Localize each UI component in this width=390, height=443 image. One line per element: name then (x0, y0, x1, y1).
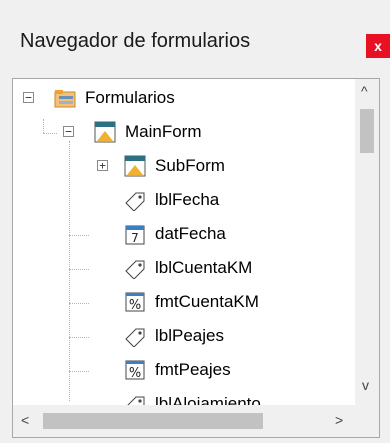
tree-item-label: Formularios (85, 88, 175, 107)
tree-connector (43, 119, 44, 133)
window-title: Navegador de formularios (20, 30, 251, 52)
tree-item-label: lblAlojamiento (155, 394, 261, 405)
horizontal-scrollbar[interactable]: < > (13, 405, 357, 437)
vertical-scrollbar[interactable]: ^ v (355, 79, 379, 405)
label-tag-icon (123, 392, 147, 405)
tree-item-lblalojamiento[interactable]: lblAlojamiento (123, 387, 261, 405)
tree-item-mainform[interactable]: MainForm (93, 115, 202, 149)
tree-item-lblpeajes[interactable]: lblPeajes (123, 319, 224, 353)
form-tree: − Formularios − MainForm + SubForm lblFe… (13, 79, 353, 405)
tree-connector (69, 141, 70, 401)
tree-item-lblcuentakm[interactable]: lblCuentaKM (123, 251, 252, 285)
horizontal-scroll-thumb[interactable] (43, 413, 263, 429)
form-icon (123, 154, 147, 178)
tree-item-lblfecha[interactable]: lblFecha (123, 183, 219, 217)
vertical-scroll-thumb[interactable] (360, 109, 374, 153)
scroll-down-arrow-icon[interactable]: v (362, 377, 369, 393)
tree-item-label: lblFecha (155, 190, 220, 209)
collapse-toggle[interactable]: − (63, 126, 74, 137)
scroll-left-arrow-icon[interactable]: < (21, 412, 29, 428)
svg-text:7: 7 (131, 231, 139, 245)
tree-item-label: SubForm (155, 156, 225, 175)
tree-connector (69, 337, 89, 338)
form-icon (93, 120, 117, 144)
label-tag-icon (123, 256, 147, 280)
tree-connector (69, 235, 89, 236)
svg-text:%: % (129, 298, 141, 313)
tree-item-datfecha[interactable]: 7 datFecha (123, 217, 226, 251)
tree-connector (43, 133, 57, 134)
formatted-field-icon: % (123, 358, 147, 382)
scrollbar-corner (355, 405, 379, 437)
form-navigator-panel: − Formularios − MainForm + SubForm lblFe… (12, 78, 380, 438)
scroll-up-arrow-icon[interactable]: ^ (361, 83, 368, 99)
scroll-right-arrow-icon[interactable]: > (335, 412, 343, 428)
tree-item-label: fmtCuentaKM (155, 292, 259, 311)
tree-item-label: MainForm (125, 122, 202, 141)
tree-connector (69, 371, 89, 372)
tree-item-fmtcuentakm[interactable]: % fmtCuentaKM (123, 285, 259, 319)
tree-connector (69, 303, 89, 304)
tree-item-subform[interactable]: SubForm (123, 149, 225, 183)
collapse-toggle[interactable]: − (23, 92, 34, 103)
tree-item-label: fmtPeajes (155, 360, 231, 379)
tree-item-label: lblCuentaKM (155, 258, 253, 277)
close-button[interactable]: x (366, 34, 390, 58)
formatted-field-icon: % (123, 290, 147, 314)
svg-text:%: % (129, 366, 141, 381)
label-tag-icon (123, 324, 147, 348)
tree-item-label: lblPeajes (155, 326, 224, 345)
date-field-icon: 7 (123, 222, 147, 246)
title-bar: Navegador de formularios x (0, 0, 390, 80)
expand-toggle[interactable]: + (97, 160, 108, 171)
tree-connector (69, 269, 89, 270)
tree-item-label: datFecha (155, 224, 226, 243)
tree-item-fmtpeajes[interactable]: % fmtPeajes (123, 353, 231, 387)
folder-icon (53, 86, 77, 110)
tree-item-formularios[interactable]: Formularios (53, 81, 175, 115)
label-tag-icon (123, 188, 147, 212)
